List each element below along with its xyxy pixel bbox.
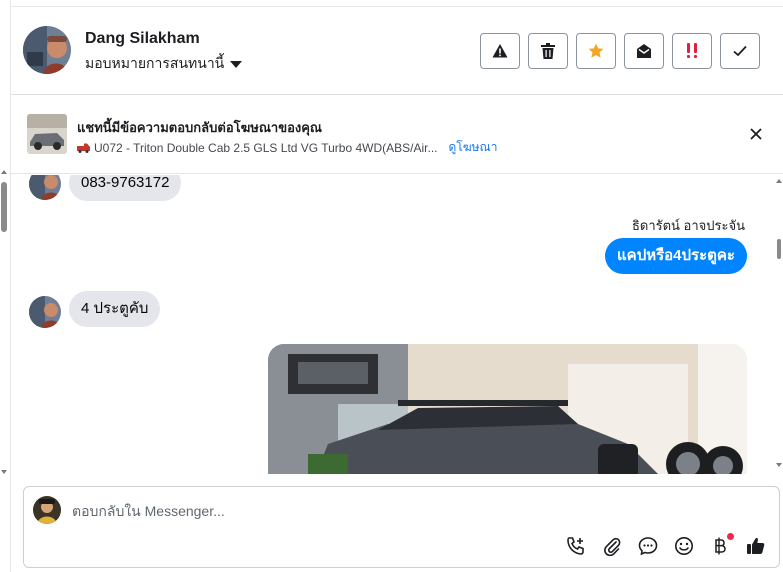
phone-plus-icon: [567, 537, 584, 555]
warning-icon: [492, 44, 508, 58]
reply-composer: [23, 486, 780, 568]
ad-info-row: U072 - Triton Double Cab 2.5 GLS Ltd VG …: [77, 138, 497, 157]
double-exclamation-icon: [687, 43, 697, 58]
assign-conversation-dropdown[interactable]: มอบหมายการสนทนานี้: [85, 53, 243, 75]
outgoing-message-bubble[interactable]: แคปหรือ4ประตูคะ: [605, 238, 747, 274]
pickup-truck-icon: [77, 143, 90, 153]
close-banner-button[interactable]: [747, 125, 765, 143]
view-ad-link[interactable]: ดูโฆษณา: [449, 138, 498, 157]
reply-message-input[interactable]: [72, 500, 752, 522]
notification-dot: [727, 533, 734, 540]
close-icon: [750, 128, 762, 140]
star-button[interactable]: [576, 33, 616, 69]
check-icon: [733, 45, 747, 57]
incoming-message-bubble[interactable]: 083-9763172: [69, 175, 182, 201]
chat-bubble-icon: [638, 537, 658, 556]
saved-replies-button[interactable]: [637, 535, 659, 557]
report-spam-button[interactable]: [480, 33, 520, 69]
contact-message-avatar[interactable]: [29, 175, 61, 200]
contact-message-avatar[interactable]: [29, 296, 61, 328]
baht-icon: [715, 537, 726, 555]
message-thread[interactable]: 083-9763172 ธิดารัตน์ อาจประจัน แคปหรือ4…: [11, 175, 773, 474]
page-avatar: [33, 496, 61, 524]
contact-name[interactable]: Dang Silakham: [85, 30, 200, 48]
call-button[interactable]: [565, 535, 587, 557]
inbox-conversation-view: Dang Silakham มอบหมายการสนทนานี้ แชทนี้ม…: [0, 0, 783, 572]
mark-done-button[interactable]: [720, 33, 760, 69]
contact-avatar[interactable]: [23, 26, 71, 74]
conversation-header: Dang Silakham มอบหมายการสนทนานี้: [11, 6, 783, 95]
send-like-button[interactable]: [745, 535, 767, 557]
thread-scrollbar[interactable]: [775, 175, 783, 474]
assign-conversation-label: มอบหมายการสนทนานี้: [85, 55, 225, 71]
follow-up-button[interactable]: [672, 33, 712, 69]
paperclip-icon: [604, 537, 621, 556]
ad-reply-banner-title: แชทนี้มีข้อความตอบกลับต่อโฆษณาของคุณ: [77, 120, 322, 135]
envelope-open-icon: [637, 44, 651, 58]
conversation-actions: [480, 33, 760, 69]
outgoing-image-attachment[interactable]: [268, 344, 747, 474]
incoming-message-bubble[interactable]: 4 ประตูคับ: [69, 291, 161, 327]
attach-file-button[interactable]: [601, 535, 623, 557]
delete-button[interactable]: [528, 33, 568, 69]
ad-title: U072 - Triton Double Cab 2.5 GLS Ltd VG …: [94, 140, 438, 155]
thumbs-up-icon: [747, 537, 765, 554]
caret-down-icon: [230, 61, 243, 68]
left-panel-scrollbar[interactable]: [0, 168, 8, 478]
star-icon: [588, 43, 604, 58]
request-payment-button[interactable]: [709, 533, 734, 557]
smiley-icon: [675, 537, 693, 555]
trash-icon: [541, 43, 555, 59]
emoji-button[interactable]: [673, 535, 695, 557]
ad-reply-banner: แชทนี้มีข้อความตอบกลับต่อโฆษณาของคุณ U07…: [11, 96, 783, 174]
mark-unread-button[interactable]: [624, 33, 664, 69]
composer-toolbar: [565, 533, 767, 557]
outgoing-sender-name: ธิดารัตน์ อาจประจัน: [631, 218, 745, 233]
ad-thumbnail[interactable]: [27, 114, 67, 154]
